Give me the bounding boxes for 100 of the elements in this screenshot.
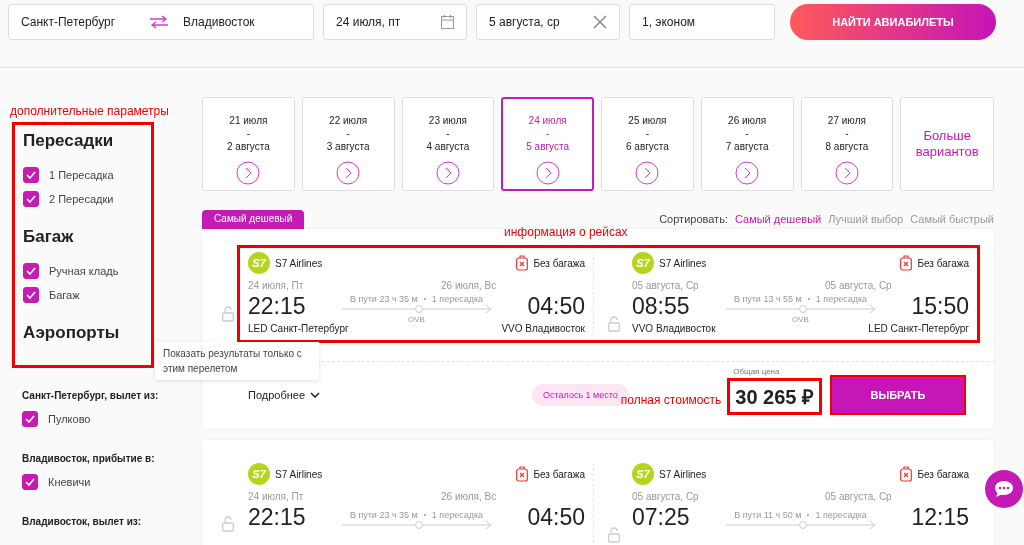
return-date: 3 августа xyxy=(326,140,370,153)
arrival-time: 12:15 xyxy=(911,503,969,531)
passengers-value: 1, эконом xyxy=(642,15,696,29)
chevron-right-circle-icon[interactable] xyxy=(635,161,660,185)
chevron-right-circle-icon[interactable] xyxy=(535,161,560,185)
outbound-date: 21 июля xyxy=(229,114,268,127)
checkbox[interactable] xyxy=(22,474,38,490)
crossed-luggage-icon xyxy=(900,466,913,482)
departure-date-value: 24 июля, пт xyxy=(336,15,401,29)
checkbox[interactable] xyxy=(23,167,39,183)
close-icon[interactable] xyxy=(593,15,607,29)
airline-logo: S7 xyxy=(632,252,654,274)
checkbox[interactable] xyxy=(23,287,39,303)
date-separator: - xyxy=(246,127,251,140)
date-separator: - xyxy=(346,127,350,140)
checkbox[interactable] xyxy=(22,411,38,427)
stopover-code: OVB xyxy=(408,315,425,324)
select-button[interactable]: ВЫБРАТЬ xyxy=(830,375,966,415)
passengers-field[interactable]: 1, эконом xyxy=(629,4,775,40)
route-field[interactable]: Санкт-Петербург Владивосток xyxy=(8,4,314,40)
return-date: 4 августа xyxy=(426,140,470,153)
calendar-icon xyxy=(441,15,454,29)
chevron-right-circle-icon[interactable] xyxy=(435,161,460,185)
baggage-label: Без багажа xyxy=(533,257,585,269)
date-option-card[interactable]: 22 июля - 3 августа xyxy=(301,97,395,191)
checkbox-label: 1 Пересадка xyxy=(49,169,114,181)
airport-filter-title: Владивосток, прибытие в: xyxy=(22,453,156,464)
departure-time: 08:55 xyxy=(632,292,690,320)
departure-time: 22:15 xyxy=(248,292,306,320)
airport-filter-title: Санкт-Петербург, вылет из: xyxy=(22,390,160,401)
arrival-time: 15:50 xyxy=(911,292,969,320)
filter-group-title: Аэропорты xyxy=(23,323,121,343)
total-price: 30 265 ₽ xyxy=(727,378,822,415)
check-icon xyxy=(26,291,36,299)
date-option-card[interactable]: 24 июля - 5 августа xyxy=(501,97,594,191)
chevron-right-circle-icon[interactable] xyxy=(834,161,859,185)
checkbox[interactable] xyxy=(23,263,39,279)
airline-name: S7 Airlines xyxy=(275,257,323,269)
date-separator: - xyxy=(645,127,650,140)
outbound-date: 25 июля xyxy=(628,114,667,127)
airport-filter-title: Владивосток, вылет из: xyxy=(22,516,143,527)
arrival-date: 26 июля, Вс xyxy=(441,491,498,502)
return-date: 2 августа xyxy=(227,140,270,153)
return-date: 5 августа xyxy=(526,140,569,153)
departure-airport: VVO Владивосток xyxy=(632,323,716,334)
swap-icon[interactable] xyxy=(149,15,169,29)
sort-label: Сортировать: xyxy=(659,212,728,225)
filter-group-title: Багаж xyxy=(23,227,75,247)
details-link[interactable]: Подробнее xyxy=(248,389,321,401)
check-icon xyxy=(25,478,35,486)
arrival-airport: LED Санкт-Петербург xyxy=(868,323,969,334)
cheapest-tag: Самый дешевый xyxy=(202,210,305,229)
arrival-airport: VVO Владивосток xyxy=(501,323,585,334)
date-separator: - xyxy=(545,127,550,140)
date-separator: - xyxy=(745,127,749,140)
departure-date: 24 июля, Пт xyxy=(248,491,305,502)
checkbox-label: Пулково xyxy=(48,413,91,425)
return-date-field[interactable]: 5 августа, ср xyxy=(476,4,620,40)
checkbox[interactable] xyxy=(23,191,39,207)
annotation-label: дополнительные параметры xyxy=(9,104,170,118)
arrival-time: 04:50 xyxy=(527,292,585,320)
date-separator: - xyxy=(446,127,450,140)
tooltip: Показать результаты только с этим перелетом xyxy=(155,342,319,380)
baggage-label: Без багажа xyxy=(917,257,969,269)
arrival-date: 05 августа, Ср xyxy=(825,491,893,502)
more-options-card[interactable]: Больше вариантов xyxy=(900,97,994,191)
airline-logo: S7 xyxy=(248,252,270,274)
return-date: 8 августа xyxy=(825,140,869,153)
flight-duration: В пути 11 ч 50 м xyxy=(734,510,802,520)
date-option-card[interactable]: 21 июля - 2 августа xyxy=(202,97,295,191)
chevron-right-circle-icon[interactable] xyxy=(735,161,760,185)
outbound-date: 23 июля xyxy=(428,114,467,127)
outbound-date: 27 июля xyxy=(827,114,866,127)
chat-icon xyxy=(994,480,1014,498)
date-option-card[interactable]: 25 июля - 6 августа xyxy=(601,97,694,191)
airline-name: S7 Airlines xyxy=(659,257,707,269)
airline-logo: S7 xyxy=(248,463,270,485)
arrival-date: 26 июля, Вс xyxy=(441,280,498,291)
total-price-label: Общая цена xyxy=(733,367,780,376)
checkbox-label: Кневичи xyxy=(48,476,91,488)
baggage-label: Без багажа xyxy=(917,468,969,480)
checkbox-label: 2 Пересадки xyxy=(49,193,114,205)
destination-value: Владивосток xyxy=(183,15,255,29)
date-option-card[interactable]: 23 июля - 4 августа xyxy=(401,97,495,191)
departure-date-field[interactable]: 24 июля, пт xyxy=(323,4,467,40)
sort-option[interactable]: Самый дешевый xyxy=(734,212,822,225)
airline-name: S7 Airlines xyxy=(659,468,707,480)
chat-button[interactable] xyxy=(985,470,1023,508)
departure-airport: LED Санкт-Петербург xyxy=(248,323,349,334)
departure-date: 05 августа, Ср xyxy=(632,491,700,502)
departure-time: 07:25 xyxy=(632,503,690,531)
origin-value: Санкт-Петербург xyxy=(21,15,117,29)
departure-date: 24 июля, Пт xyxy=(248,280,305,291)
chevron-right-circle-icon[interactable] xyxy=(336,161,361,185)
chevron-right-circle-icon[interactable] xyxy=(236,161,261,185)
date-option-card[interactable]: 26 июля - 7 августа xyxy=(700,97,794,191)
return-date: 7 августа xyxy=(725,140,769,153)
date-option-card[interactable]: 27 июля - 8 августа xyxy=(800,97,894,191)
search-flights-button[interactable]: НАЙТИ АВИАБИЛЕТЫ xyxy=(790,4,996,40)
stops-count: 1 пересадка xyxy=(431,510,484,520)
